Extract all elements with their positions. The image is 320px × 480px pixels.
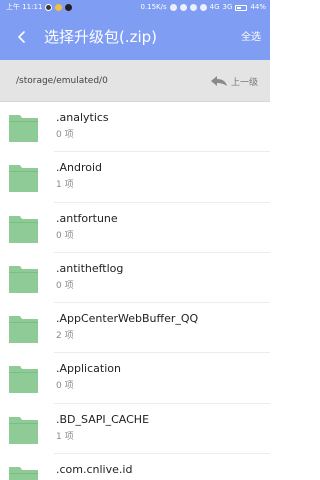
bluetooth-icon xyxy=(189,4,197,11)
current-path: /storage/emulated/0 xyxy=(16,76,108,86)
folder-icon xyxy=(9,316,38,344)
wifi-icon xyxy=(199,4,207,11)
folder-icon xyxy=(9,265,38,293)
page-title: 选择升级包(.zip) xyxy=(44,28,158,46)
network-type: 4G xyxy=(209,3,220,11)
back-arrow-icon[interactable] xyxy=(14,29,30,45)
notification-app2-icon xyxy=(55,4,63,11)
file-row[interactable]: .analytics 0 项 xyxy=(0,102,270,153)
status-time: 上午 11:11 xyxy=(6,3,43,11)
file-row[interactable]: .com.cnlive.id 0 项 xyxy=(0,454,270,480)
file-row[interactable]: .BD_SAPI_CACHE 1 项 xyxy=(0,404,270,455)
file-count: 0 项 xyxy=(56,130,74,140)
parent-directory-label: 上一级 xyxy=(230,77,258,88)
folder-icon xyxy=(9,467,38,480)
network-speed: 0.15K/s xyxy=(140,3,167,11)
file-name: .analytics xyxy=(56,111,109,124)
file-name: .antfortune xyxy=(56,211,118,225)
parent-directory-button[interactable]: 上一级 xyxy=(210,60,258,102)
file-row[interactable]: .Application 0 项 xyxy=(0,353,270,405)
notification-app-icon xyxy=(45,4,53,11)
file-row[interactable]: .Android 1 项 xyxy=(0,152,270,203)
file-count: 2 项 xyxy=(56,331,74,342)
folder-icon xyxy=(9,416,38,444)
file-name: .com.cnlive.id xyxy=(56,463,133,477)
status-left: 上午 11:11 xyxy=(6,0,73,15)
folder-icon xyxy=(9,165,38,193)
vibrate-icon xyxy=(179,4,187,11)
screen: 上午 11:11 0.15K/s 4G 3G 44% 选择升级包(.zip) 全… xyxy=(0,0,270,480)
file-count: 0 项 xyxy=(56,381,74,392)
file-name: .antitheftlog xyxy=(56,261,124,275)
battery-level: 44% xyxy=(250,3,266,11)
status-right: 0.15K/s 4G 3G 44% xyxy=(140,0,266,15)
file-row[interactable]: .AppCenterWebBuffer_QQ 2 项 xyxy=(0,303,270,354)
file-name: .AppCenterWebBuffer_QQ xyxy=(56,312,199,326)
clock-icon xyxy=(169,4,177,11)
status-bar: 上午 11:11 0.15K/s 4G 3G 44% xyxy=(0,0,270,15)
signal-type: 3G xyxy=(222,3,233,11)
app-bar: 选择升级包(.zip) 全选 xyxy=(0,15,270,60)
path-bar: /storage/emulated/0 上一级 xyxy=(0,60,270,102)
folder-icon xyxy=(9,366,38,394)
file-list: .analytics 0 项 .Android 1 项 .antfortune … xyxy=(0,102,270,480)
file-count: 0 项 xyxy=(56,280,74,291)
qq-penguin-icon xyxy=(65,4,73,11)
file-name: .BD_SAPI_CACHE xyxy=(56,412,150,426)
folder-icon xyxy=(9,215,38,243)
file-count: 1 项 xyxy=(56,180,74,191)
select-all-button[interactable]: 全选 xyxy=(241,15,261,60)
folder-icon xyxy=(9,115,38,142)
file-count: 1 项 xyxy=(56,431,74,442)
battery-icon xyxy=(235,4,248,11)
file-name: .Application xyxy=(56,362,121,376)
reply-arrow-icon xyxy=(210,76,227,86)
file-row[interactable]: .antitheftlog 0 项 xyxy=(0,253,270,304)
file-name: .Android xyxy=(56,161,103,175)
file-row[interactable]: .antfortune 0 项 xyxy=(0,203,270,254)
file-count: 0 项 xyxy=(56,230,74,241)
